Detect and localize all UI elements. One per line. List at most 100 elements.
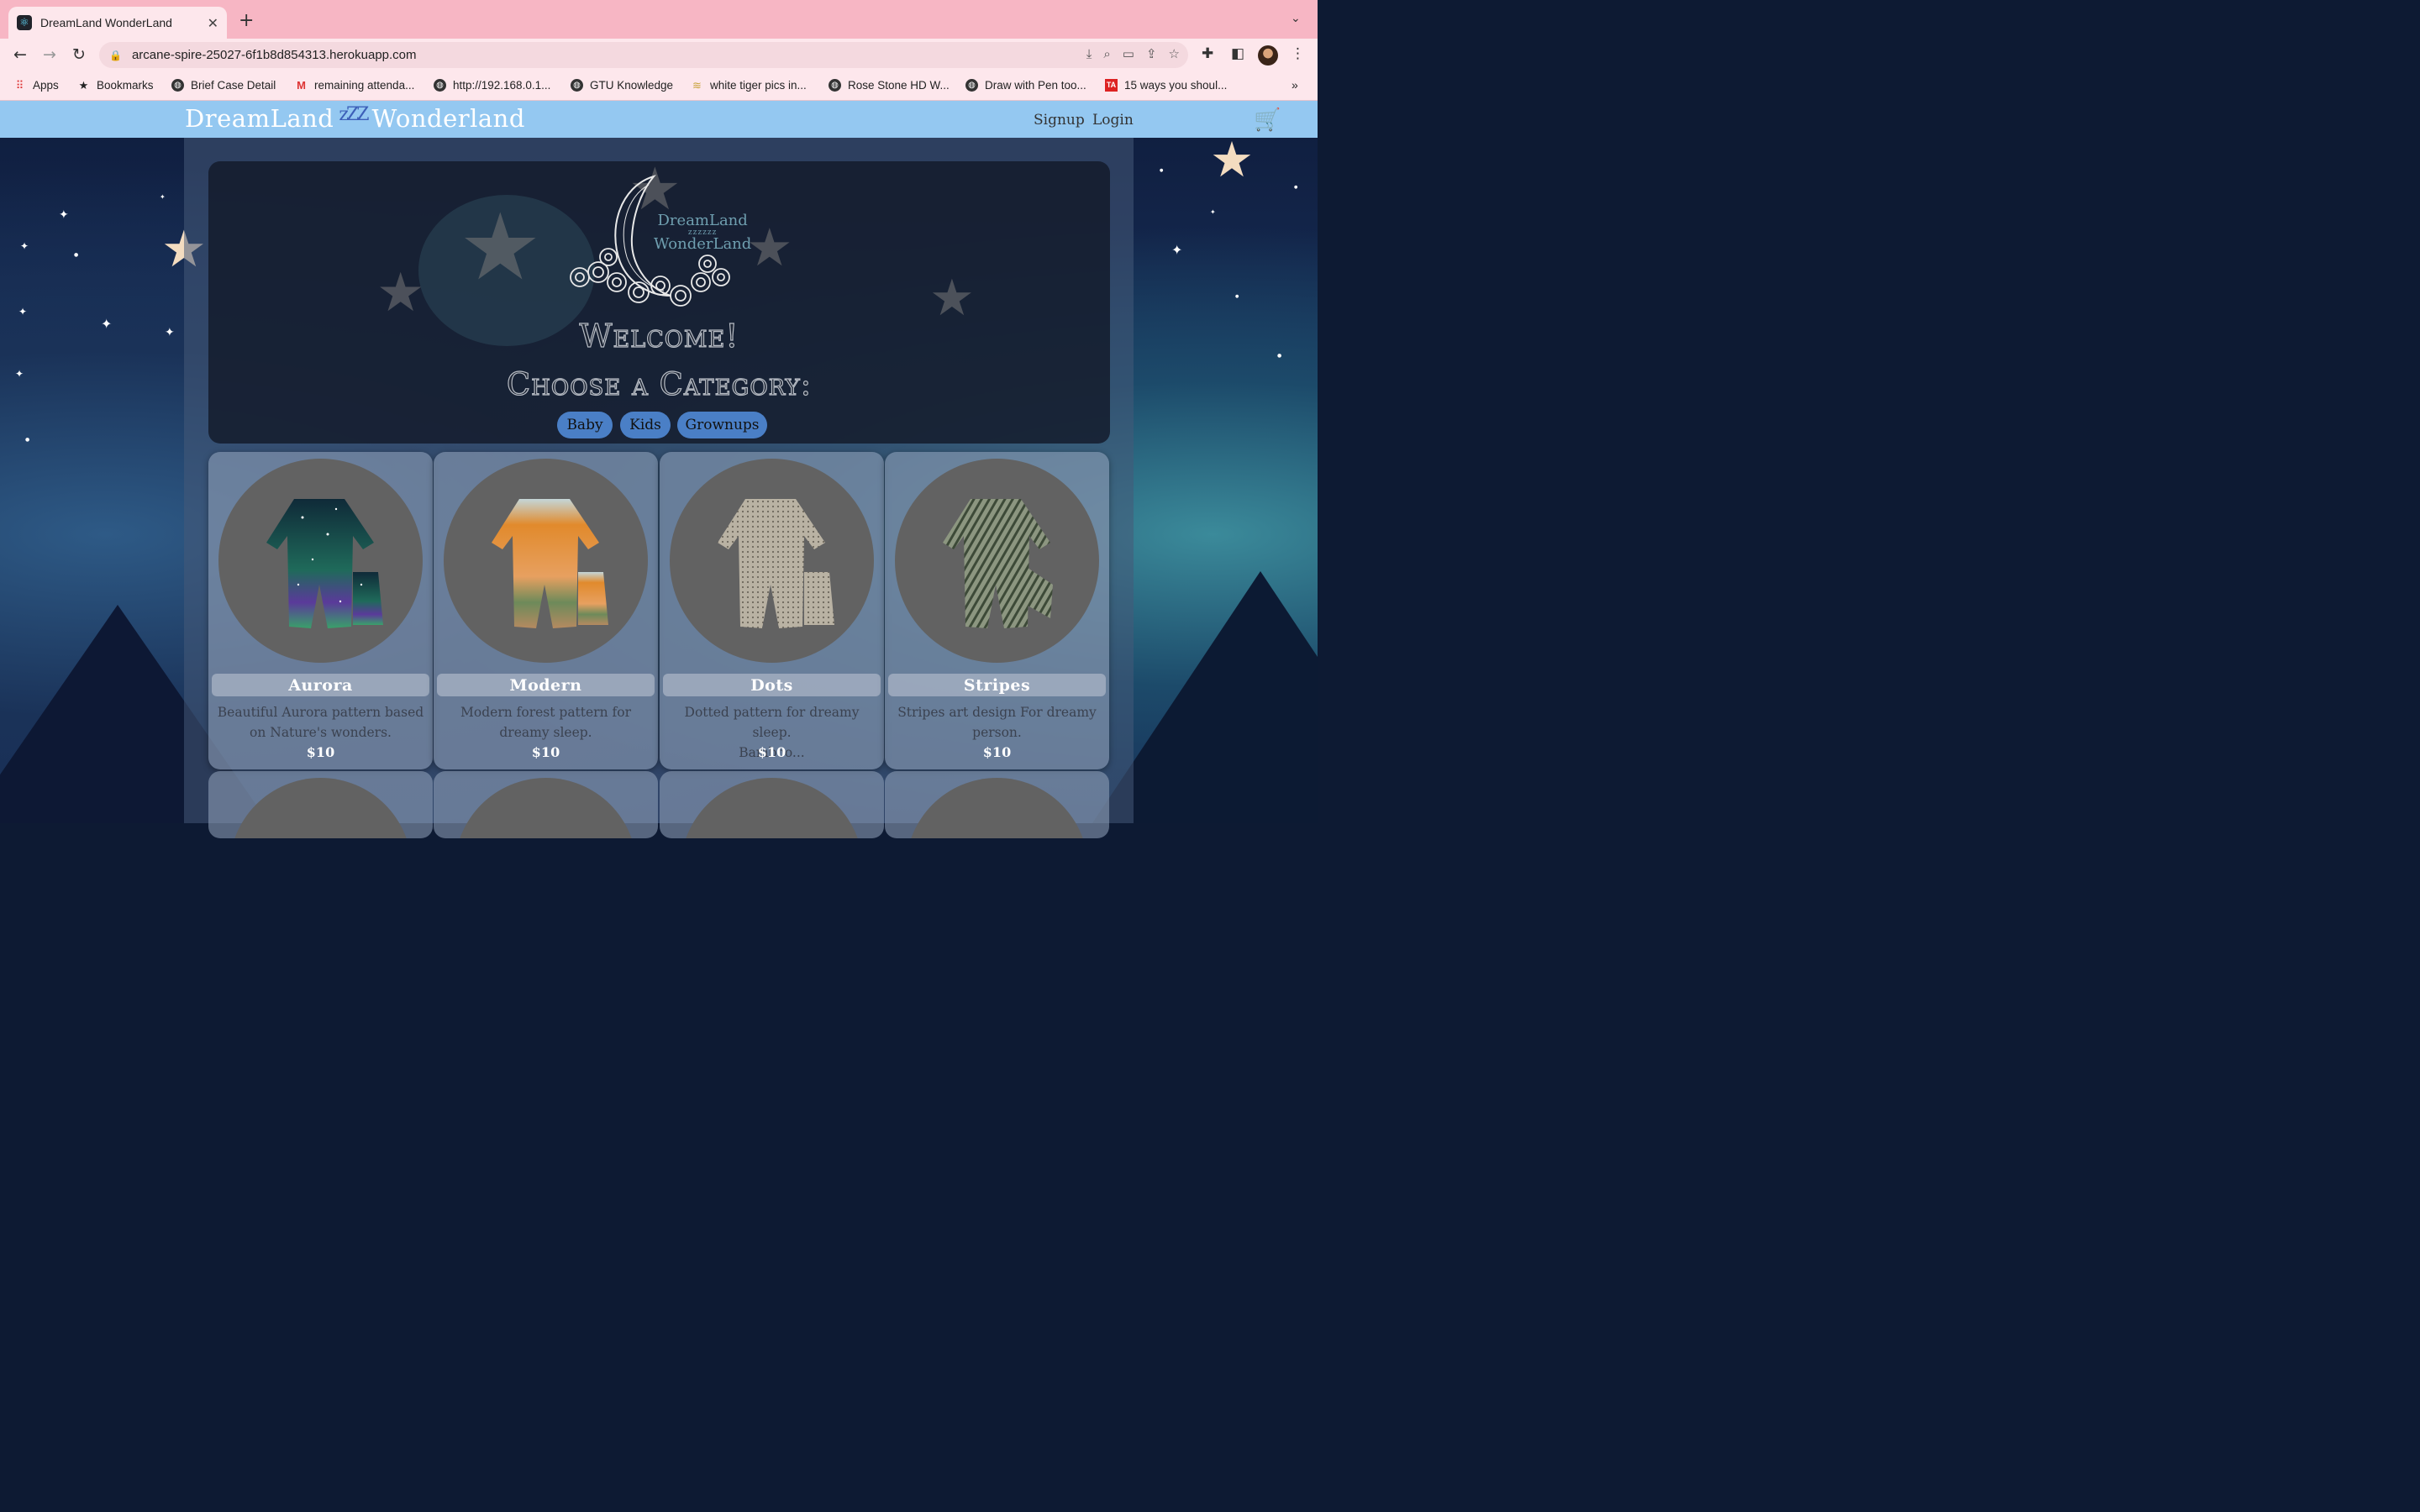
globe-icon: ◍ (571, 79, 583, 92)
category-heading: Choose a Category: (506, 365, 813, 402)
bookmark-label: http://192.168.0.1... (453, 79, 551, 92)
bookmark-draw[interactable]: ◍ Draw with Pen too... (965, 79, 1086, 92)
star-decoration: ★ (1210, 131, 1254, 188)
install-icon[interactable]: ⤓ (1086, 46, 1092, 61)
product-card-stripes[interactable]: Stripes Stripes art design For dreamy per… (885, 452, 1109, 769)
dots-onesie-image (718, 499, 834, 628)
product-name: Modern (509, 675, 582, 695)
bookmark-tiger[interactable]: ≋ white tiger pics in... (691, 79, 807, 92)
share-icon[interactable]: ⇪ (1146, 46, 1157, 61)
bookmark-label: white tiger pics in... (710, 79, 807, 92)
category-kids-button[interactable]: Kids (620, 412, 671, 438)
tab-title: DreamLand WonderLand (40, 16, 172, 29)
product-desc-line: Modern forest pattern for (460, 705, 631, 720)
bookmark-brief-case[interactable]: ◍ Brief Case Detail (171, 79, 276, 92)
site-logo[interactable]: DreamLand zZZ Wonderland (185, 104, 525, 133)
product-price: $10 (306, 744, 335, 760)
product-name-bar: Stripes (888, 674, 1106, 696)
category-baby-button[interactable]: Baby (557, 412, 613, 438)
tab-bar: ⚛ DreamLand WonderLand ✕ + ⌄ (0, 0, 1318, 39)
product-desc-line: Dotted pattern for dreamy sleep. (684, 705, 860, 740)
modern-onesie-image (492, 499, 608, 628)
bookmark-label: Rose Stone HD W... (848, 79, 950, 92)
welcome-heading: Welcome! (579, 317, 739, 354)
star-decoration: ★ (376, 262, 425, 324)
back-arrow-icon[interactable]: ← (10, 45, 30, 64)
bookmark-gtu[interactable]: ◍ GTU Knowledge (571, 79, 673, 92)
product-name-bar: Dots (663, 674, 881, 696)
logo-line1: DreamLand (657, 212, 748, 229)
new-tab-icon[interactable]: + (239, 10, 254, 31)
product-name-bar: Modern (437, 674, 655, 696)
product-description: Modern forest pattern for dreamy sleep. (440, 702, 651, 743)
address-bar[interactable]: 🔒 arcane-spire-25027-6f1b8d854313.heroku… (99, 42, 1188, 68)
product-name: Dots (750, 675, 793, 695)
reload-icon[interactable]: ↻ (69, 45, 89, 64)
card-icon[interactable]: ▭ (1123, 46, 1134, 61)
product-image (670, 459, 874, 663)
zoom-icon[interactable]: ⌕ (1103, 46, 1110, 61)
bookmark-label: Draw with Pen too... (985, 79, 1086, 92)
product-card-modern[interactable]: Modern Modern forest pattern for dreamy s… (434, 452, 658, 769)
brand-left: DreamLand (185, 104, 334, 133)
side-panel-icon[interactable]: ◧ (1231, 45, 1244, 62)
url-text: arcane-spire-25027-6f1b8d854313.herokuap… (131, 48, 417, 62)
chevron-down-icon[interactable]: ⌄ (1291, 12, 1301, 25)
product-image (455, 778, 637, 838)
product-card[interactable] (434, 771, 658, 838)
hero-logo-text: DreamLand zzzzzz WonderLand (654, 213, 751, 253)
globe-icon: ◍ (171, 79, 184, 92)
apps-grid-icon: ⠿ (15, 79, 24, 92)
globe-icon: ◍ (829, 79, 841, 92)
product-image (218, 459, 423, 663)
bookmark-label: Brief Case Detail (191, 79, 276, 92)
login-link[interactable]: Login (1092, 112, 1134, 129)
globe-icon: ◍ (965, 79, 978, 92)
product-image (444, 459, 648, 663)
product-price: $10 (531, 744, 560, 760)
product-name: Stripes (963, 675, 1031, 695)
hero-banner: ★ ★ ★ ★ ★ DreamLand zzzzzz WonderLand We… (208, 161, 1110, 444)
star-icon: ★ (78, 79, 89, 92)
product-description: Stripes art design For dreamy person. (892, 702, 1102, 743)
product-image (681, 778, 863, 838)
bookmark-rose[interactable]: ◍ Rose Stone HD W... (829, 79, 950, 92)
more-bookmarks-icon[interactable]: » (1292, 78, 1298, 92)
product-image (895, 459, 1099, 663)
browser-toolbar: ← → ↻ 🔒 arcane-spire-25027-6f1b8d854313.… (0, 39, 1318, 72)
product-desc-line: dreamy sleep. (499, 725, 592, 740)
category-grownups-button[interactable]: Grownups (677, 412, 767, 438)
product-image (906, 778, 1088, 838)
close-icon[interactable]: ✕ (208, 15, 218, 31)
bookmark-label: GTU Knowledge (590, 79, 674, 92)
profile-avatar[interactable] (1258, 45, 1278, 66)
browser-tab[interactable]: ⚛ DreamLand WonderLand ✕ (8, 7, 227, 39)
kebab-menu-icon[interactable]: ⋮ (1291, 45, 1305, 62)
bookmark-star-icon[interactable]: ☆ (1169, 46, 1180, 61)
product-card[interactable] (208, 771, 433, 838)
bookmark-label: 15 ways you shoul... (1124, 79, 1228, 92)
bookmark-bookmarks[interactable]: ★ Bookmarks (77, 79, 154, 92)
ta-icon: TA (1105, 79, 1118, 92)
signup-link[interactable]: Signup (1034, 112, 1085, 129)
product-description: Beautiful Aurora pattern based on Nature'… (215, 702, 426, 743)
extensions-icon[interactable]: ✚ (1202, 45, 1213, 62)
product-card[interactable] (885, 771, 1109, 838)
stack-icon: ≋ (692, 79, 702, 92)
product-image (229, 778, 412, 838)
forward-arrow-icon[interactable]: → (39, 45, 60, 64)
bookmark-label: remaining attenda... (314, 79, 415, 92)
product-desc-line: Stripes art design For dreamy (897, 705, 1097, 720)
lock-icon: 🔒 (109, 49, 122, 61)
product-card[interactable] (660, 771, 884, 838)
browser-chrome: ⚛ DreamLand WonderLand ✕ + ⌄ ← → ↻ 🔒 arc… (0, 0, 1318, 101)
product-card-dots[interactable]: Dots Dotted pattern for dreamy sleep. Bam… (660, 452, 884, 769)
product-name: Aurora (288, 675, 353, 695)
bookmark-15ways[interactable]: TA 15 ways you shoul... (1105, 79, 1227, 92)
cart-icon[interactable]: 🛒 (1254, 108, 1281, 133)
bookmark-ip[interactable]: ◍ http://192.168.0.1... (434, 79, 550, 92)
brand-zzz: zZZ (339, 104, 369, 125)
bookmark-apps[interactable]: ⠿ Apps (13, 79, 59, 92)
product-card-aurora[interactable]: Aurora Beautiful Aurora pattern based on … (208, 452, 433, 769)
bookmark-remaining[interactable]: Mremaining attenda... (295, 79, 414, 92)
